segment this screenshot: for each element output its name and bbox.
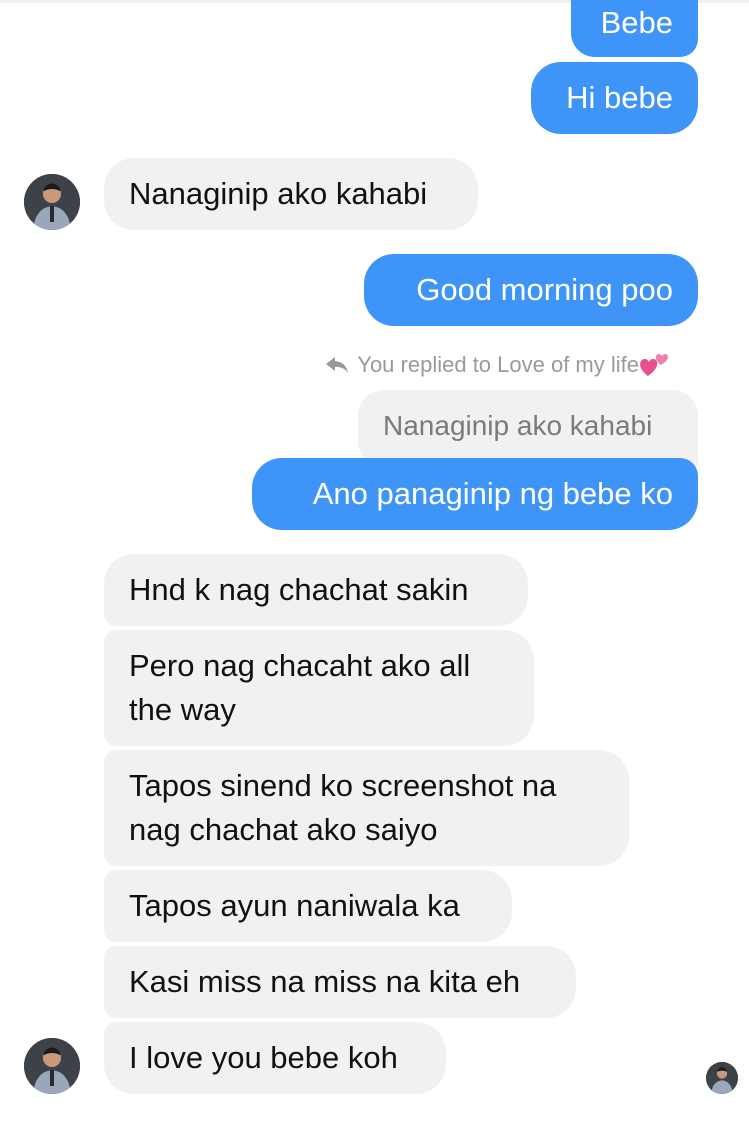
message-sent-hi-bebe[interactable]: Hi bebe [531, 62, 698, 134]
message-received-2[interactable]: Pero nag chacaht ako all the way [104, 630, 534, 746]
person-photo-icon [24, 1038, 80, 1094]
message-text: Nanaginip ako kahabi [129, 176, 428, 211]
message-sent-reply[interactable]: Ano panaginip ng bebe ko [252, 458, 698, 530]
quoted-message[interactable]: Nanaginip ako kahabi [358, 390, 698, 466]
contact-avatar[interactable] [24, 174, 80, 230]
person-photo-icon [24, 174, 80, 230]
reply-arrow-icon [325, 356, 349, 374]
message-text-line: the way [129, 692, 236, 727]
message-text: I love you bebe koh [129, 1040, 398, 1075]
message-received-4[interactable]: Tapos ayun naniwala ka [104, 870, 512, 942]
message-text: Kasi miss na miss na kita eh [129, 964, 521, 999]
person-photo-icon [706, 1062, 738, 1094]
seen-receipt-avatar [706, 1062, 738, 1094]
message-received-nanaginip[interactable]: Nanaginip ako kahabi [104, 158, 478, 230]
message-received-3[interactable]: Tapos sinend ko screenshot na nag chacha… [104, 750, 629, 866]
message-text: Bebe [600, 5, 673, 40]
message-text-line: Tapos sinend ko screenshot na [129, 768, 557, 803]
quoted-text: Nanaginip ako kahabi [383, 410, 653, 441]
message-sent-good-morning[interactable]: Good morning poo [364, 254, 698, 326]
message-text: Tapos ayun naniwala ka [129, 888, 460, 923]
message-received-5[interactable]: Kasi miss na miss na kita eh [104, 946, 576, 1018]
message-received-6[interactable]: I love you bebe koh [104, 1022, 446, 1094]
reply-context-label: You replied to Love of my life [325, 352, 671, 378]
message-sent-bebe[interactable]: Bebe [571, 0, 698, 57]
message-text: Good morning poo [416, 272, 673, 307]
message-text: Hi bebe [566, 80, 673, 115]
message-text-line: Pero nag chacaht ako all [129, 648, 471, 683]
two-hearts-icon [639, 352, 671, 378]
message-text: Hnd k nag chachat sakin [129, 572, 469, 607]
message-received-1[interactable]: Hnd k nag chachat sakin [104, 554, 528, 626]
contact-avatar[interactable] [24, 1038, 80, 1094]
reply-context-text: You replied to Love of my life [357, 352, 639, 377]
message-text-line: nag chachat ako saiyo [129, 812, 438, 847]
message-text: Ano panaginip ng bebe ko [312, 476, 673, 511]
